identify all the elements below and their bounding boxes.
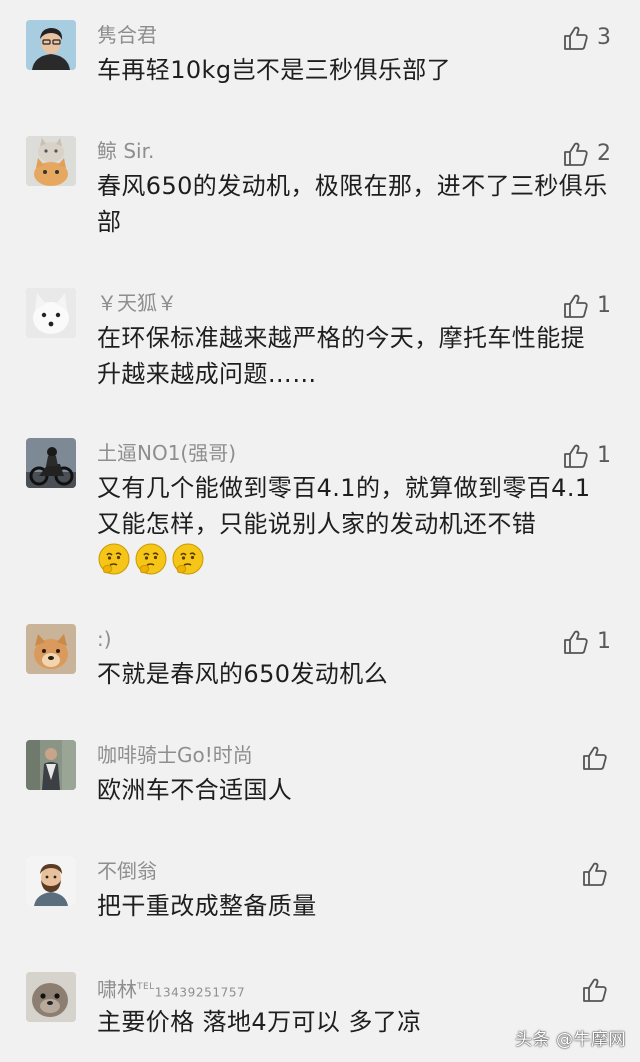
- bearded-man-avatar[interactable]: [26, 856, 76, 906]
- thumbs-up-icon: [564, 142, 588, 166]
- thumbs-up-icon: [564, 630, 588, 654]
- commenter-name[interactable]: 不倒翁: [97, 858, 157, 884]
- comment-text: 在环保标准越来越严格的今天，摩托车性能提升越来越成问题……: [97, 324, 585, 388]
- seal-avatar[interactable]: [26, 972, 76, 1022]
- man-portrait-avatar[interactable]: [26, 20, 76, 70]
- commenter-name[interactable]: 隽合君: [97, 22, 157, 48]
- thumbs-up-icon: [583, 978, 607, 1002]
- comment-text: 欧洲车不合适国人: [97, 776, 293, 804]
- motorcycle-rider-avatar[interactable]: [26, 438, 76, 488]
- commenter-name-phone: 13439251757: [154, 985, 246, 1000]
- commenter-name[interactable]: :): [97, 626, 112, 652]
- rider-photo-avatar[interactable]: [26, 740, 76, 790]
- commenter-name[interactable]: 土逼NO1(强哥): [97, 440, 236, 466]
- watermark: 头条 @牛摩网: [515, 1030, 626, 1050]
- like-button[interactable]: 3: [563, 24, 611, 52]
- commenter-name[interactable]: 咖啡骑士Go!时尚: [97, 742, 253, 768]
- like-button[interactable]: 2: [563, 140, 611, 168]
- thumbs-up-icon: [564, 26, 588, 50]
- cats-avatar[interactable]: [26, 136, 76, 186]
- like-button[interactable]: [582, 744, 608, 772]
- like-count: 1: [597, 629, 611, 654]
- thumbs-up-icon: [564, 294, 588, 318]
- like-button[interactable]: [582, 860, 608, 888]
- commenter-name[interactable]: ￥天狐￥: [97, 290, 177, 316]
- like-count: 3: [597, 25, 611, 50]
- like-count: 1: [597, 443, 611, 468]
- comment-text: 春风650的发动机，极限在那，进不了三秒俱乐部: [97, 172, 608, 236]
- commenter-name-tel-label: TEL: [137, 982, 155, 992]
- like-button[interactable]: 1: [563, 442, 611, 470]
- thinking-face-emoji: [172, 543, 204, 575]
- comment-text: 车再轻10kg岂不是三秒俱乐部了: [97, 56, 452, 84]
- comment-text: 把干重改成整备质量: [97, 892, 317, 920]
- dog-avatar[interactable]: [26, 624, 76, 674]
- comment-list: 隽合君 车再轻10kg岂不是三秒俱乐部了 3 鲸 Sir. 春风650的发动机，…: [0, 0, 640, 1062]
- commenter-name[interactable]: 啸林TEL13439251757: [97, 974, 245, 1006]
- commenter-name[interactable]: 鲸 Sir.: [97, 138, 154, 164]
- emoji-row: [97, 542, 205, 576]
- thumbs-up-icon: [583, 746, 607, 770]
- like-button[interactable]: [582, 976, 608, 1004]
- thinking-face-emoji: [98, 543, 130, 575]
- thumbs-up-icon: [583, 862, 607, 886]
- comment-text: 不就是春风的650发动机么: [97, 660, 389, 688]
- like-count: 2: [597, 141, 611, 166]
- thumbs-up-icon: [564, 444, 588, 468]
- thinking-face-emoji: [135, 543, 167, 575]
- white-fox-avatar[interactable]: [26, 288, 76, 338]
- comment-text: 又有几个能做到零百4.1的，就算做到零百4.1又能怎样，只能说别人家的发动机还不…: [97, 474, 591, 538]
- like-button[interactable]: 1: [563, 628, 611, 656]
- like-button[interactable]: 1: [563, 292, 611, 320]
- like-count: 1: [597, 293, 611, 318]
- commenter-name-main: 啸林: [97, 977, 137, 1002]
